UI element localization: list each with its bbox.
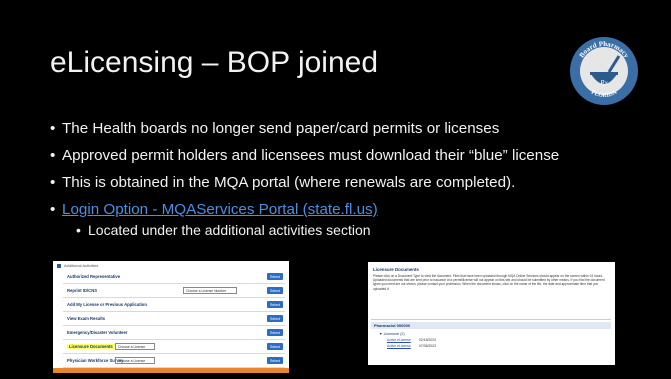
bullet-item: • Approved permit holders and licensees m… xyxy=(50,147,650,165)
licensure-documents-heading: Licensure Documents xyxy=(373,267,419,272)
select-button[interactable]: Select xyxy=(267,315,283,322)
activity-row: Authorized Representative Select xyxy=(63,270,285,284)
document-date: 02/15/2024 xyxy=(419,338,436,342)
bullet-item-link: • Login Option - MQAServices Portal (stat… xyxy=(50,201,650,219)
additional-activities-header: Additional Activities xyxy=(53,261,289,270)
select-button[interactable]: Select xyxy=(267,273,283,280)
activity-label: Emergency/Disaster Volunteer xyxy=(67,330,128,335)
triangle-down-icon: ▼ xyxy=(379,332,383,336)
active-elicense-link[interactable]: Active eLicense xyxy=(387,338,419,342)
select-button[interactable]: Select xyxy=(267,301,283,308)
bullet-list: • The Health boards no longer send paper/… xyxy=(50,120,650,238)
sub-bullet-item: • Located under the additional activities… xyxy=(76,222,650,238)
slide-title: eLicensing – BOP joined xyxy=(50,46,379,79)
activity-label: Authorized Representative xyxy=(67,274,121,279)
bullet-text: The Health boards no longer send paper/c… xyxy=(62,120,500,137)
bullet-text: Approved permit holders and licensees mu… xyxy=(62,147,560,164)
bullet-text: This is obtained in the MQA portal (wher… xyxy=(62,174,516,191)
select-button[interactable]: Select xyxy=(267,357,283,364)
select-button[interactable]: Select xyxy=(267,329,283,336)
document-entry: Active eLicense 07/05/2023 xyxy=(387,344,611,348)
bullet-item: • The Health boards no longer send paper/… xyxy=(50,120,650,138)
select-button[interactable]: Select xyxy=(267,343,283,350)
activity-row: Add My License or Previous Application Se… xyxy=(63,298,285,312)
bullet-item: • This is obtained in the MQA portal (whe… xyxy=(50,174,650,192)
bullet-dot: • xyxy=(50,174,56,191)
footer-bar xyxy=(53,368,289,373)
additional-activities-screenshot: Additional Activities Authorized Represe… xyxy=(53,261,289,373)
activity-label: Reprint ID/CNS xyxy=(67,288,98,293)
sub-bullet-text: Located under the additional activities … xyxy=(88,222,371,238)
license-select[interactable]: Choose a License xyxy=(115,357,155,364)
document-tree: Pharmacist 000000 ▼ Licensure (2) Active… xyxy=(371,319,611,365)
bullet-dot: • xyxy=(50,201,56,218)
slide: eLicensing – BOP joined Board Pharmacy F… xyxy=(0,0,671,379)
document-entry: Active eLicense 02/15/2024 xyxy=(387,338,611,342)
licensure-documents-instructions: Please click on a Document Type to view … xyxy=(373,274,605,291)
bullet-dot: • xyxy=(76,222,81,238)
activity-label: Add My License or Previous Application xyxy=(67,302,147,307)
bullet-dot: • xyxy=(50,147,56,164)
activity-row: View Exam Results Select xyxy=(63,312,285,326)
seal-rx-text: Rx xyxy=(599,79,608,87)
bullet-dot: • xyxy=(50,120,56,137)
activity-label: Licensure Documents xyxy=(67,344,115,349)
activity-label: View Exam Results xyxy=(67,316,106,321)
activity-row-highlighted: Licensure Documents Choose a License Selec… xyxy=(63,340,285,354)
activity-row: Emergency/Disaster Volunteer Select xyxy=(63,326,285,340)
florida-board-of-pharmacy-seal: Board Pharmacy FLORIDA Rx xyxy=(570,37,638,105)
profession-section-bar[interactable]: Pharmacist 000000 xyxy=(371,322,611,329)
tree-node-label: Licensure (2) xyxy=(383,332,405,336)
active-elicense-link[interactable]: Active eLicense xyxy=(387,344,419,348)
select-button[interactable]: Select xyxy=(267,287,283,294)
activity-row: Reprint ID/CNS Choose a License Number Sel… xyxy=(63,284,285,298)
licensure-documents-screenshot: Licensure Documents Please click on a Do… xyxy=(368,262,615,365)
document-date: 07/05/2023 xyxy=(419,344,436,348)
activity-row: Physician Workforce Survey Choose a Licen… xyxy=(63,354,285,368)
license-select[interactable]: Choose a License xyxy=(115,343,155,350)
license-number-select[interactable]: Choose a License Number xyxy=(183,287,237,294)
header-marker-icon xyxy=(57,263,61,268)
mqa-portal-link[interactable]: Login Option - MQAServices Portal (state… xyxy=(62,201,650,219)
additional-activities-title: Additional Activities xyxy=(64,263,99,268)
licensure-tree-node[interactable]: ▼ Licensure (2) xyxy=(379,332,611,336)
